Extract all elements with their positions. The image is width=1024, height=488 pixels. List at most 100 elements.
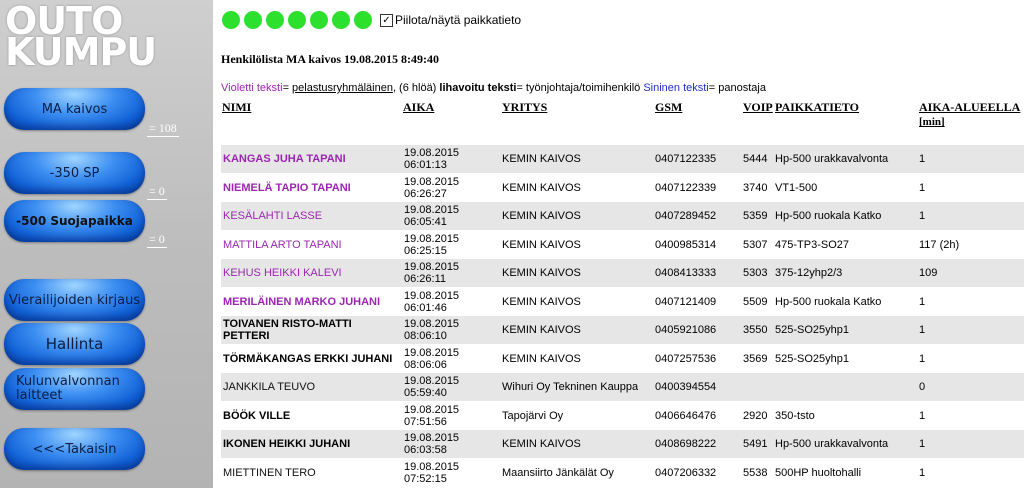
company: KEMIN KAIVOS: [502, 295, 581, 308]
company: KEMIN KAIVOS: [502, 210, 581, 222]
entry-time: 19.08.2015 07:52:15: [404, 460, 460, 485]
location: Hp-500 urakkavalvonta: [775, 438, 889, 450]
person-name: JANKKILA TEUVO: [223, 381, 316, 393]
location: Hp-500 ruokala Katko: [775, 295, 882, 308]
gsm-number: 0405921086: [655, 324, 717, 336]
status-dot-group: [222, 11, 372, 29]
gsm-number: 0408413333: [655, 267, 717, 279]
table-row[interactable]: TOIVANEN RISTO-MATTI PETTERI 19.08.2015 08…: [221, 316, 1024, 344]
column-header-yritys[interactable]: YRITYS: [502, 100, 547, 115]
table-row[interactable]: KEHUS HEIKKI KALEVI 19.08.2015 06:26:11 KEM…: [221, 259, 1024, 287]
voip-number: 3550: [743, 324, 768, 336]
gsm-number: 0407206332: [655, 466, 717, 479]
gsm-number: 0400985314: [655, 238, 717, 251]
time-in-area: 1: [919, 295, 926, 308]
logo-line-2: KUMPU: [5, 30, 157, 74]
voip-number: 5307: [743, 238, 768, 251]
voip-number: 3569: [743, 352, 768, 365]
location: [775, 373, 919, 401]
entry-time: 19.08.2015 06:03:58: [404, 432, 460, 456]
table-row[interactable]: JANKKILA TEUVO 19.08.2015 05:59:40 Wihuri O…: [221, 373, 1024, 401]
location: Hp-500 urakkavalvonta: [775, 153, 889, 165]
voip-number: 5538: [743, 466, 768, 479]
column-header-paikkatieto[interactable]: PAIKKATIETO: [775, 100, 859, 115]
entry-time: 19.08.2015 06:01:13: [404, 147, 460, 171]
time-in-area: 1: [919, 153, 926, 165]
table-row[interactable]: KANGAS JUHA TAPANI 19.08.2015 06:01:13 KEMI…: [221, 145, 1024, 173]
gsm-number: 0406646476: [655, 409, 717, 422]
gsm-number: 0400394554: [655, 381, 717, 393]
person-name: TOIVANEN RISTO-MATTI PETTERI: [223, 318, 352, 342]
time-in-area: 1: [919, 466, 926, 479]
column-header-aika[interactable]: AIKA: [403, 100, 434, 115]
location: Hp-500 ruokala Katko: [775, 210, 882, 222]
hallinta-button[interactable]: Hallinta: [4, 323, 145, 365]
time-in-area: 1: [919, 210, 926, 222]
voip-number: 5444: [743, 153, 768, 165]
entry-time: 19.08.2015 06:25:15: [404, 232, 460, 257]
column-header-name[interactable]: NIMI: [222, 100, 251, 115]
minus-350-sp-button[interactable]: -350 SP: [4, 152, 145, 194]
legend-bold-desc: = työnjohtaja/toimihenkilö: [516, 82, 644, 94]
kulunvalvonnan-laitteet-button[interactable]: Kulunvalvonnan laitteet: [4, 368, 145, 410]
status-indicators: ✓ Piilota/näytä paikkatieto: [222, 11, 521, 29]
location-checkbox[interactable]: ✓: [380, 13, 393, 27]
person-name: TÖRMÄKANGAS ERKKI JUHANI: [223, 352, 393, 365]
column-header-aika-alueella[interactable]: AIKA-ALUEELLA: [919, 100, 1020, 115]
company: Maansiirto Jänkälät Oy: [502, 466, 614, 479]
person-name: NIEMELÄ TAPIO TAPANI: [223, 181, 351, 194]
minus-500-suojapaikka-count: = 0: [147, 232, 167, 248]
takaisin-button[interactable]: <<<Takaisin: [4, 428, 145, 470]
person-name: BÖÖK VILLE: [223, 409, 291, 422]
gsm-number: 0407257536: [655, 352, 717, 365]
location-checkbox-label: Piilota/näytä paikkatieto: [395, 13, 522, 27]
column-header-unit: [min]: [919, 116, 945, 128]
table-row[interactable]: TÖRMÄKANGAS ERKKI JUHANI 19.08.2015 08:06:…: [221, 345, 1024, 373]
time-in-area: 0: [919, 381, 926, 393]
table-row[interactable]: KESÄLAHTI LASSE 19.08.2015 06:05:41 KEMIN K…: [221, 202, 1024, 230]
gsm-number: 0408698222: [655, 438, 717, 450]
voip-number: 5491: [743, 438, 768, 450]
color-legend: Violetti teksti= pelastusryhmäläinen, (6…: [221, 82, 766, 94]
table-row[interactable]: BÖÖK VILLE 19.08.2015 07:51:56 Tapojärvi Oy…: [221, 402, 1024, 430]
location: VT1-500: [775, 181, 818, 194]
location: 475-TP3-SO27: [775, 238, 849, 251]
sidebar: OUTO KUMPU MA kaivos = 108 -350 SP = 0 -…: [0, 0, 213, 488]
time-in-area: 1: [919, 324, 926, 336]
column-header-gsm[interactable]: GSM: [655, 100, 682, 115]
entry-time: 19.08.2015 06:26:11: [404, 261, 460, 285]
legend-violet-desc: pelastusryhmäläinen: [292, 82, 393, 94]
location: 525-SO25yhp1: [775, 324, 849, 336]
company: KEMIN KAIVOS: [502, 153, 581, 165]
company: KEMIN KAIVOS: [502, 324, 581, 336]
time-in-area: 117 (2h): [919, 238, 960, 251]
minus-500-suojapaikka-button[interactable]: -500 Suojapaikka: [4, 200, 145, 242]
column-header-voip[interactable]: VOIP: [743, 100, 773, 115]
table-row[interactable]: MATTILA ARTO TAPANI 19.08.2015 06:25:15 KEM…: [221, 231, 1024, 259]
table-row[interactable]: MERILÄINEN MARKO JUHANI 19.08.2015 06:01:4…: [221, 288, 1024, 316]
entry-time: 19.08.2015 06:01:46: [404, 289, 460, 314]
location: 525-SO25yhp1: [775, 352, 849, 365]
gsm-number: 0407289452: [655, 210, 717, 222]
table-row[interactable]: IKONEN HEIKKI JUHANI 19.08.2015 06:03:58 KE…: [221, 430, 1024, 458]
entry-time: 19.08.2015 06:05:41: [404, 204, 460, 228]
table-row[interactable]: MIETTINEN TERO 19.08.2015 07:52:15 Maansiir…: [221, 459, 1024, 487]
location: 375-12yhp2/3: [775, 267, 843, 279]
person-name: KESÄLAHTI LASSE: [223, 210, 323, 222]
location-toggle[interactable]: ✓ Piilota/näytä paikkatieto: [380, 13, 521, 27]
outokumpu-logo: OUTO KUMPU: [5, 2, 157, 74]
time-in-area: 1: [919, 181, 926, 194]
gsm-number: 0407121409: [655, 295, 717, 308]
status-dot: [222, 11, 240, 29]
company: KEMIN KAIVOS: [502, 181, 581, 194]
time-in-area: 109: [919, 267, 938, 279]
person-name: KEHUS HEIKKI KALEVI: [223, 267, 342, 279]
entry-time: 19.08.2015 08:06:06: [404, 346, 460, 371]
legend-blue-desc: = panostaja: [708, 82, 766, 94]
voip-number: [743, 373, 775, 401]
voip-number: 5359: [743, 210, 768, 222]
table-row[interactable]: NIEMELÄ TAPIO TAPANI 19.08.2015 06:26:27 KE…: [221, 174, 1024, 202]
person-name: IKONEN HEIKKI JUHANI: [223, 438, 351, 450]
vierailijoiden-kirjaus-button[interactable]: Vierailijoiden kirjaus: [4, 279, 145, 321]
ma-kaivos-button[interactable]: MA kaivos: [4, 88, 145, 130]
